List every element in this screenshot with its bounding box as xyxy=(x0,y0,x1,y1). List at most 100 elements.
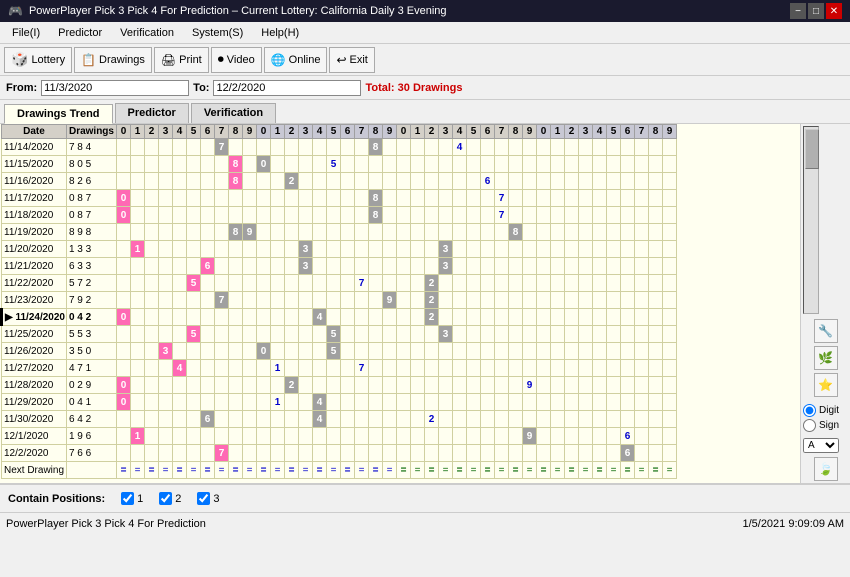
menu-bar: File(I) Predictor Verification System(S)… xyxy=(0,22,850,44)
cell-drawing: 0 8 7 xyxy=(66,207,116,224)
drawings-button[interactable]: 📋 Drawings xyxy=(74,47,152,73)
col-g3-9: 9 xyxy=(522,125,536,139)
col-g4-7: 7 xyxy=(634,125,648,139)
cell-data xyxy=(634,156,648,173)
cell-data xyxy=(312,173,326,190)
menu-system[interactable]: System(S) xyxy=(184,25,251,41)
leaf-button[interactable]: 🍃 xyxy=(814,457,838,481)
cell-data xyxy=(228,428,242,445)
cell-data xyxy=(144,343,158,360)
maximize-button[interactable]: □ xyxy=(808,3,824,19)
cell-data xyxy=(214,309,228,326)
cell-data xyxy=(410,309,424,326)
cell-data xyxy=(410,258,424,275)
cell-drawing: 0 4 2 xyxy=(66,309,116,326)
position-1-checkbox[interactable] xyxy=(121,492,134,505)
cell-data xyxy=(200,139,214,156)
plant-button[interactable]: 🌿 xyxy=(814,346,838,370)
online-label: Online xyxy=(289,54,321,66)
tab-verification[interactable]: Verification xyxy=(191,103,276,123)
position-2-group: 2 xyxy=(159,492,181,505)
menu-help[interactable]: Help(H) xyxy=(253,25,307,41)
position-3-group: 3 xyxy=(197,492,219,505)
position-2-checkbox[interactable] xyxy=(159,492,172,505)
cell-data xyxy=(326,258,340,275)
cell-data xyxy=(508,377,522,394)
cell-data xyxy=(270,224,284,241)
exit-button[interactable]: ↩ Exit xyxy=(329,47,374,73)
cell-data xyxy=(620,258,634,275)
cell-data xyxy=(620,173,634,190)
cell-data xyxy=(620,156,634,173)
cell-data xyxy=(228,139,242,156)
lottery-button[interactable]: 🎲 Lottery xyxy=(4,47,72,73)
cell-data xyxy=(550,292,564,309)
tab-drawings-trend[interactable]: Drawings Trend xyxy=(4,104,113,124)
cell-data xyxy=(354,241,368,258)
cell-data xyxy=(130,156,144,173)
cell-data xyxy=(466,224,480,241)
cell-data xyxy=(368,258,382,275)
menu-file[interactable]: File(I) xyxy=(4,25,48,41)
cell-data xyxy=(662,224,676,241)
to-date-input[interactable] xyxy=(213,80,361,96)
cell-data xyxy=(186,173,200,190)
cell-data xyxy=(480,360,494,377)
close-button[interactable]: ✕ xyxy=(826,3,842,19)
menu-predictor[interactable]: Predictor xyxy=(50,25,110,41)
cell-data xyxy=(620,241,634,258)
cell-data xyxy=(130,411,144,428)
cell-data xyxy=(158,394,172,411)
cell-data xyxy=(480,292,494,309)
view-select[interactable]: A B xyxy=(803,438,839,453)
cell-data xyxy=(592,275,606,292)
online-button[interactable]: 🌐 Online xyxy=(264,47,328,73)
cell-data xyxy=(368,275,382,292)
cell-data xyxy=(522,445,536,462)
cell-data xyxy=(242,156,256,173)
cell-data xyxy=(270,326,284,343)
cell-data xyxy=(116,411,130,428)
cell-data xyxy=(662,190,676,207)
cell-data xyxy=(256,292,270,309)
cell-data xyxy=(578,292,592,309)
cell-data xyxy=(256,309,270,326)
minimize-button[interactable]: − xyxy=(790,3,806,19)
from-date-input[interactable] xyxy=(41,80,189,96)
print-button[interactable]: 🖨 Print xyxy=(154,47,209,73)
cell-data xyxy=(144,411,158,428)
cell-data xyxy=(354,445,368,462)
tools-button[interactable]: 🔧 xyxy=(814,319,838,343)
star-button[interactable]: ⭐ xyxy=(814,373,838,397)
cell-data xyxy=(354,411,368,428)
cell-drawing: 7 9 2 xyxy=(66,292,116,309)
radio-sign[interactable] xyxy=(803,419,816,432)
cell-data xyxy=(354,377,368,394)
cell-data: 0 xyxy=(256,156,270,173)
cell-data xyxy=(494,224,508,241)
cell-data xyxy=(200,377,214,394)
position-3-checkbox[interactable] xyxy=(197,492,210,505)
radio-digit[interactable] xyxy=(803,404,816,417)
cell-data xyxy=(158,411,172,428)
table-row: 11/23/20207 9 2792 xyxy=(2,292,677,309)
cell-data xyxy=(396,326,410,343)
cell-data xyxy=(452,309,466,326)
cell-data: 2 xyxy=(284,377,298,394)
cell-data xyxy=(284,411,298,428)
video-button[interactable]: ⏺ Video xyxy=(211,47,262,73)
cell-data xyxy=(396,275,410,292)
col-g1-9: 9 xyxy=(242,125,256,139)
cell-data xyxy=(144,241,158,258)
cell-date: 11/18/2020 xyxy=(2,207,67,224)
cell-data xyxy=(116,275,130,292)
cell-data xyxy=(214,190,228,207)
cell-data xyxy=(172,445,186,462)
cell-data xyxy=(116,292,130,309)
cell-data xyxy=(228,377,242,394)
menu-verification[interactable]: Verification xyxy=(112,25,182,41)
cell-data xyxy=(158,139,172,156)
tab-predictor[interactable]: Predictor xyxy=(115,103,189,123)
cell-data xyxy=(326,309,340,326)
cell-data xyxy=(410,394,424,411)
